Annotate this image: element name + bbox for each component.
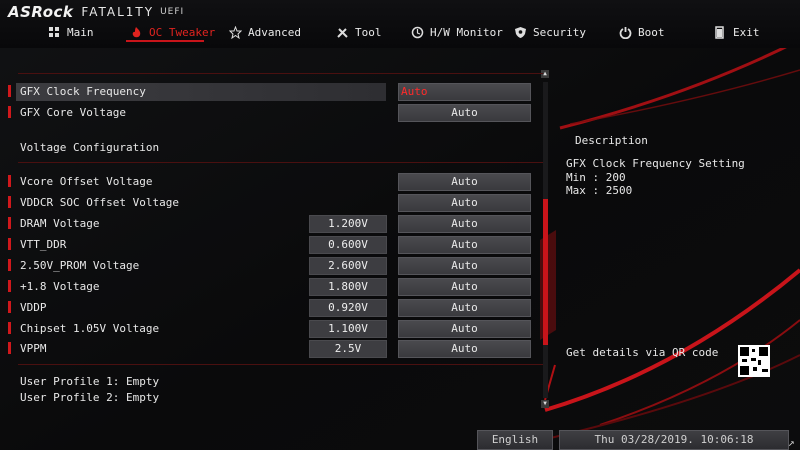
setting-value-field[interactable]: Auto bbox=[398, 173, 531, 191]
user-profile-1[interactable]: User Profile 1: Empty bbox=[20, 375, 159, 388]
setting-label: VPPM bbox=[20, 342, 47, 355]
product-logo: FATAL1TY bbox=[81, 5, 155, 19]
qr-code-icon bbox=[738, 345, 770, 377]
setting-value-field[interactable]: Auto bbox=[398, 257, 531, 275]
setting-value-field[interactable]: Auto bbox=[398, 215, 531, 233]
tab-tool-label: Tool bbox=[355, 25, 382, 39]
divider bbox=[18, 162, 543, 163]
tab-exit[interactable]: Exit bbox=[714, 22, 760, 42]
setting-value-field[interactable]: Auto bbox=[398, 320, 531, 338]
row-marker bbox=[8, 301, 11, 313]
tab-boot-label: Boot bbox=[638, 25, 665, 39]
logo: ASRock FATAL1TY UEFI bbox=[8, 2, 184, 22]
current-voltage: 1.800V bbox=[309, 278, 387, 296]
setting-value-field[interactable]: Auto bbox=[398, 299, 531, 317]
power-icon bbox=[619, 26, 632, 39]
row-marker bbox=[8, 259, 11, 271]
flame-icon bbox=[130, 26, 143, 39]
top-bar: ASRock FATAL1TY UEFI Main OC Tweaker Adv… bbox=[0, 0, 800, 48]
setting-label: Vcore Offset Voltage bbox=[20, 175, 153, 188]
setting-label: +1.8 Voltage bbox=[20, 280, 100, 293]
setting-label: GFX Core Voltage bbox=[20, 106, 126, 119]
setting-row-dram[interactable]: DRAM Voltage 1.200V Auto bbox=[8, 215, 543, 233]
tab-security[interactable]: Security bbox=[514, 22, 586, 42]
tab-hw-monitor-label: H/W Monitor bbox=[430, 25, 503, 39]
tab-boot[interactable]: Boot bbox=[619, 22, 665, 42]
row-marker bbox=[8, 217, 11, 229]
tab-oc-tweaker-label: OC Tweaker bbox=[149, 25, 216, 39]
setting-label: VDDCR SOC Offset Voltage bbox=[20, 196, 179, 209]
setting-row-1v8[interactable]: +1.8 Voltage 1.800V Auto bbox=[8, 278, 543, 296]
setting-row-vddcr-soc[interactable]: VDDCR SOC Offset Voltage Auto bbox=[8, 194, 543, 212]
settings-panel: GFX Clock Frequency Auto GFX Core Voltag… bbox=[8, 66, 543, 411]
current-voltage: 1.200V bbox=[309, 215, 387, 233]
section-heading: Voltage Configuration bbox=[20, 141, 160, 154]
main-nav: Main OC Tweaker Advanced Tool H/W Monito… bbox=[0, 20, 800, 44]
setting-row-vcore-offset[interactable]: Vcore Offset Voltage Auto bbox=[8, 173, 543, 191]
row-marker bbox=[8, 238, 11, 250]
setting-row-gfx-core[interactable]: GFX Core Voltage Auto bbox=[8, 104, 543, 122]
setting-value-field[interactable]: Auto bbox=[398, 340, 531, 358]
setting-label: DRAM Voltage bbox=[20, 217, 100, 230]
datetime-display: Thu 03/28/2019. 10:06:18 bbox=[559, 430, 789, 450]
description-title: Description bbox=[575, 134, 648, 147]
setting-label: VDDP bbox=[20, 301, 47, 314]
tab-security-label: Security bbox=[533, 25, 586, 39]
star-icon bbox=[228, 25, 243, 39]
row-marker bbox=[8, 196, 11, 208]
row-marker bbox=[8, 106, 11, 118]
tab-hw-monitor[interactable]: H/W Monitor bbox=[411, 22, 503, 42]
current-voltage: 0.600V bbox=[309, 236, 387, 254]
tab-main-label: Main bbox=[67, 25, 94, 39]
gfx-core-value-field[interactable]: Auto bbox=[398, 104, 531, 122]
description-line: Min : 200 bbox=[566, 171, 626, 184]
qr-caption: Get details via QR code bbox=[566, 346, 719, 359]
current-voltage: 2.600V bbox=[309, 257, 387, 275]
row-marker bbox=[8, 342, 11, 354]
monitor-icon bbox=[411, 26, 424, 39]
setting-row-vddp[interactable]: VDDP 0.920V Auto bbox=[8, 299, 543, 317]
divider bbox=[18, 73, 543, 74]
setting-label: 2.50V_PROM Voltage bbox=[20, 259, 140, 272]
current-voltage: 1.100V bbox=[309, 320, 387, 338]
shield-icon bbox=[514, 26, 527, 39]
tab-exit-label: Exit bbox=[733, 25, 760, 39]
row-marker bbox=[8, 85, 11, 97]
tab-tool[interactable]: Tool bbox=[336, 22, 382, 42]
row-marker bbox=[8, 322, 11, 334]
description-line: Max : 2500 bbox=[566, 184, 633, 197]
current-voltage: 0.920V bbox=[309, 299, 387, 317]
brand-logo: ASRock bbox=[8, 3, 74, 21]
setting-row-prom[interactable]: 2.50V_PROM Voltage 2.600V Auto bbox=[8, 257, 543, 275]
user-profile-2[interactable]: User Profile 2: Empty bbox=[20, 391, 159, 404]
row-marker bbox=[8, 280, 11, 292]
uefi-label: UEFI bbox=[160, 7, 185, 17]
resize-corner-icon[interactable]: ↗ bbox=[788, 436, 795, 449]
setting-value-field[interactable]: Auto bbox=[398, 236, 531, 254]
scrollbar-thumb[interactable] bbox=[543, 199, 548, 345]
exit-icon bbox=[714, 25, 727, 39]
row-marker bbox=[8, 175, 11, 187]
language-button[interactable]: English bbox=[477, 430, 553, 450]
tools-icon bbox=[336, 26, 349, 39]
current-voltage: 2.5V bbox=[309, 340, 387, 358]
setting-value-field[interactable]: Auto bbox=[398, 194, 531, 212]
gfx-clock-value-field[interactable]: Auto bbox=[398, 83, 531, 101]
setting-label: Chipset 1.05V Voltage bbox=[20, 322, 160, 335]
tab-oc-tweaker[interactable]: OC Tweaker bbox=[130, 22, 215, 42]
tab-advanced[interactable]: Advanced bbox=[228, 22, 301, 42]
description-line: GFX Clock Frequency Setting bbox=[566, 157, 745, 170]
setting-row-vtt-ddr[interactable]: VTT_DDR 0.600V Auto bbox=[8, 236, 543, 254]
setting-row-chipset[interactable]: Chipset 1.05V Voltage 1.100V Auto bbox=[8, 320, 543, 338]
divider bbox=[18, 364, 543, 365]
setting-value-field[interactable]: Auto bbox=[398, 278, 531, 296]
setting-row-gfx-clock[interactable]: GFX Clock Frequency Auto bbox=[8, 83, 543, 101]
tab-main[interactable]: Main bbox=[48, 22, 94, 42]
active-tab-underline bbox=[126, 40, 204, 42]
setting-row-vppm[interactable]: VPPM 2.5V Auto bbox=[8, 340, 543, 358]
setting-label: GFX Clock Frequency bbox=[20, 85, 146, 98]
tab-advanced-label: Advanced bbox=[248, 25, 301, 39]
setting-label: VTT_DDR bbox=[20, 238, 67, 251]
grid-icon bbox=[48, 26, 61, 39]
